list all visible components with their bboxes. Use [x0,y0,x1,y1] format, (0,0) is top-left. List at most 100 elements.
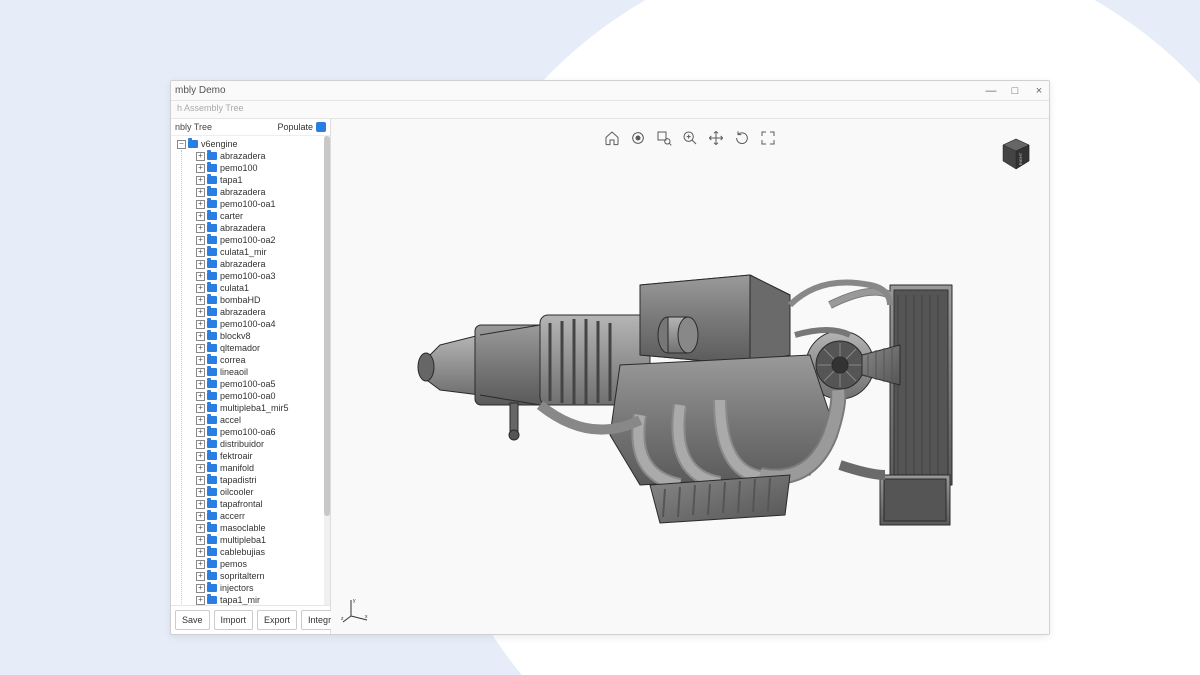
tree-node[interactable]: +fektroair [196,450,330,462]
expand-icon[interactable]: + [196,368,205,377]
tree-node[interactable]: +correa [196,354,330,366]
tree-node-label: lineaoil [220,367,248,377]
expand-icon[interactable]: + [196,464,205,473]
expand-icon[interactable]: + [196,392,205,401]
tree-node[interactable]: +pemo100-oa2 [196,234,330,246]
tree-node[interactable]: +abrazadera [196,222,330,234]
orbit-icon[interactable] [733,129,751,147]
expand-icon[interactable]: + [196,404,205,413]
import-button[interactable]: Import [214,610,254,630]
expand-icon[interactable]: + [196,524,205,533]
tree-node[interactable]: +blockv8 [196,330,330,342]
tree-node[interactable]: +abrazadera [196,306,330,318]
expand-icon[interactable]: + [196,572,205,581]
collapse-icon[interactable]: − [177,140,186,149]
expand-icon[interactable]: + [196,308,205,317]
zoom-icon[interactable] [681,129,699,147]
export-button[interactable]: Export [257,610,297,630]
tree-node[interactable]: +culata1 [196,282,330,294]
tree-node[interactable]: +pemo100-oa4 [196,318,330,330]
tree-node[interactable]: +pemo100-oa5 [196,378,330,390]
tree-node[interactable]: +distribuidor [196,438,330,450]
expand-icon[interactable]: + [196,320,205,329]
tree-node[interactable]: +cablebujias [196,546,330,558]
expand-icon[interactable]: + [196,188,205,197]
expand-icon[interactable]: + [196,428,205,437]
expand-icon[interactable]: + [196,380,205,389]
expand-icon[interactable]: + [196,296,205,305]
engine-model [390,215,990,575]
tree-node[interactable]: +qltemador [196,342,330,354]
tree-node[interactable]: +tapafrontal [196,498,330,510]
3d-viewport[interactable]: RIGHT y x z [331,119,1049,634]
tree-node[interactable]: +injectors [196,582,330,594]
tree-node[interactable]: +pemo100-oa6 [196,426,330,438]
expand-icon[interactable]: + [196,476,205,485]
expand-icon[interactable]: + [196,200,205,209]
pan-icon[interactable] [707,129,725,147]
expand-icon[interactable]: + [196,440,205,449]
tree-node[interactable]: +bombaHD [196,294,330,306]
expand-icon[interactable]: + [196,452,205,461]
expand-icon[interactable]: + [196,212,205,221]
tree-node[interactable]: +oilcooler [196,486,330,498]
expand-icon[interactable]: + [196,164,205,173]
tree-node[interactable]: +sopritaltern [196,570,330,582]
close-button[interactable]: × [1033,85,1045,97]
populate-toggle[interactable]: Populate [277,122,326,132]
expand-icon[interactable]: + [196,416,205,425]
tree-node[interactable]: +multipleba1 [196,534,330,546]
expand-icon[interactable]: + [196,260,205,269]
tree-node[interactable]: +tapa1_mir [196,594,330,605]
view-cube[interactable]: RIGHT [1001,137,1031,171]
tree-node[interactable]: +abrazadera [196,186,330,198]
tree-node[interactable]: +pemos [196,558,330,570]
target-icon[interactable] [629,129,647,147]
expand-icon[interactable]: + [196,584,205,593]
expand-icon[interactable]: + [196,284,205,293]
expand-icon[interactable]: + [196,272,205,281]
expand-icon[interactable]: + [196,548,205,557]
expand-icon[interactable]: + [196,596,205,605]
expand-icon[interactable]: + [196,560,205,569]
expand-icon[interactable]: + [196,224,205,233]
tree-node[interactable]: +tapadistri [196,474,330,486]
tree-node[interactable]: +pemo100 [196,162,330,174]
expand-icon[interactable]: + [196,152,205,161]
maximize-button[interactable]: □ [1009,85,1021,97]
tree-node[interactable]: +abrazadera [196,150,330,162]
expand-icon[interactable]: + [196,344,205,353]
expand-icon[interactable]: + [196,488,205,497]
tree-node[interactable]: + lineaoil [196,366,330,378]
tree-node[interactable]: +tapa1 [196,174,330,186]
tree-node[interactable]: +pemo100-oa0 [196,390,330,402]
search-input[interactable]: h Assembly Tree [171,101,1049,119]
tree-node[interactable]: +pemo100-oa1 [196,198,330,210]
expand-icon[interactable]: + [196,332,205,341]
minimize-button[interactable]: — [985,85,997,97]
expand-icon[interactable]: + [196,176,205,185]
save-button[interactable]: Save [175,610,210,630]
expand-icon[interactable]: + [196,248,205,257]
fullscreen-icon[interactable] [759,129,777,147]
expand-icon[interactable]: + [196,500,205,509]
tree-node[interactable]: +manifold [196,462,330,474]
tree-node[interactable]: +carter [196,210,330,222]
tree-node[interactable]: +masoclable [196,522,330,534]
home-icon[interactable] [603,129,621,147]
expand-icon[interactable]: + [196,356,205,365]
tree-node[interactable]: +abrazadera [196,258,330,270]
axis-gizmo[interactable]: y x z [341,594,371,624]
tree-root-node[interactable]: − v6engine [175,138,330,150]
expand-icon[interactable]: + [196,512,205,521]
expand-icon[interactable]: + [196,536,205,545]
zoom-window-icon[interactable] [655,129,673,147]
tree-node[interactable]: +culata1_mir [196,246,330,258]
tree-node[interactable]: +accel [196,414,330,426]
tree-node[interactable]: +accerr [196,510,330,522]
sidebar-scrollbar[interactable] [324,136,330,605]
expand-icon[interactable]: + [196,236,205,245]
tree-node[interactable]: +pemo100-oa3 [196,270,330,282]
scrollbar-thumb[interactable] [324,136,330,516]
tree-node[interactable]: +multipleba1_mir5 [196,402,330,414]
